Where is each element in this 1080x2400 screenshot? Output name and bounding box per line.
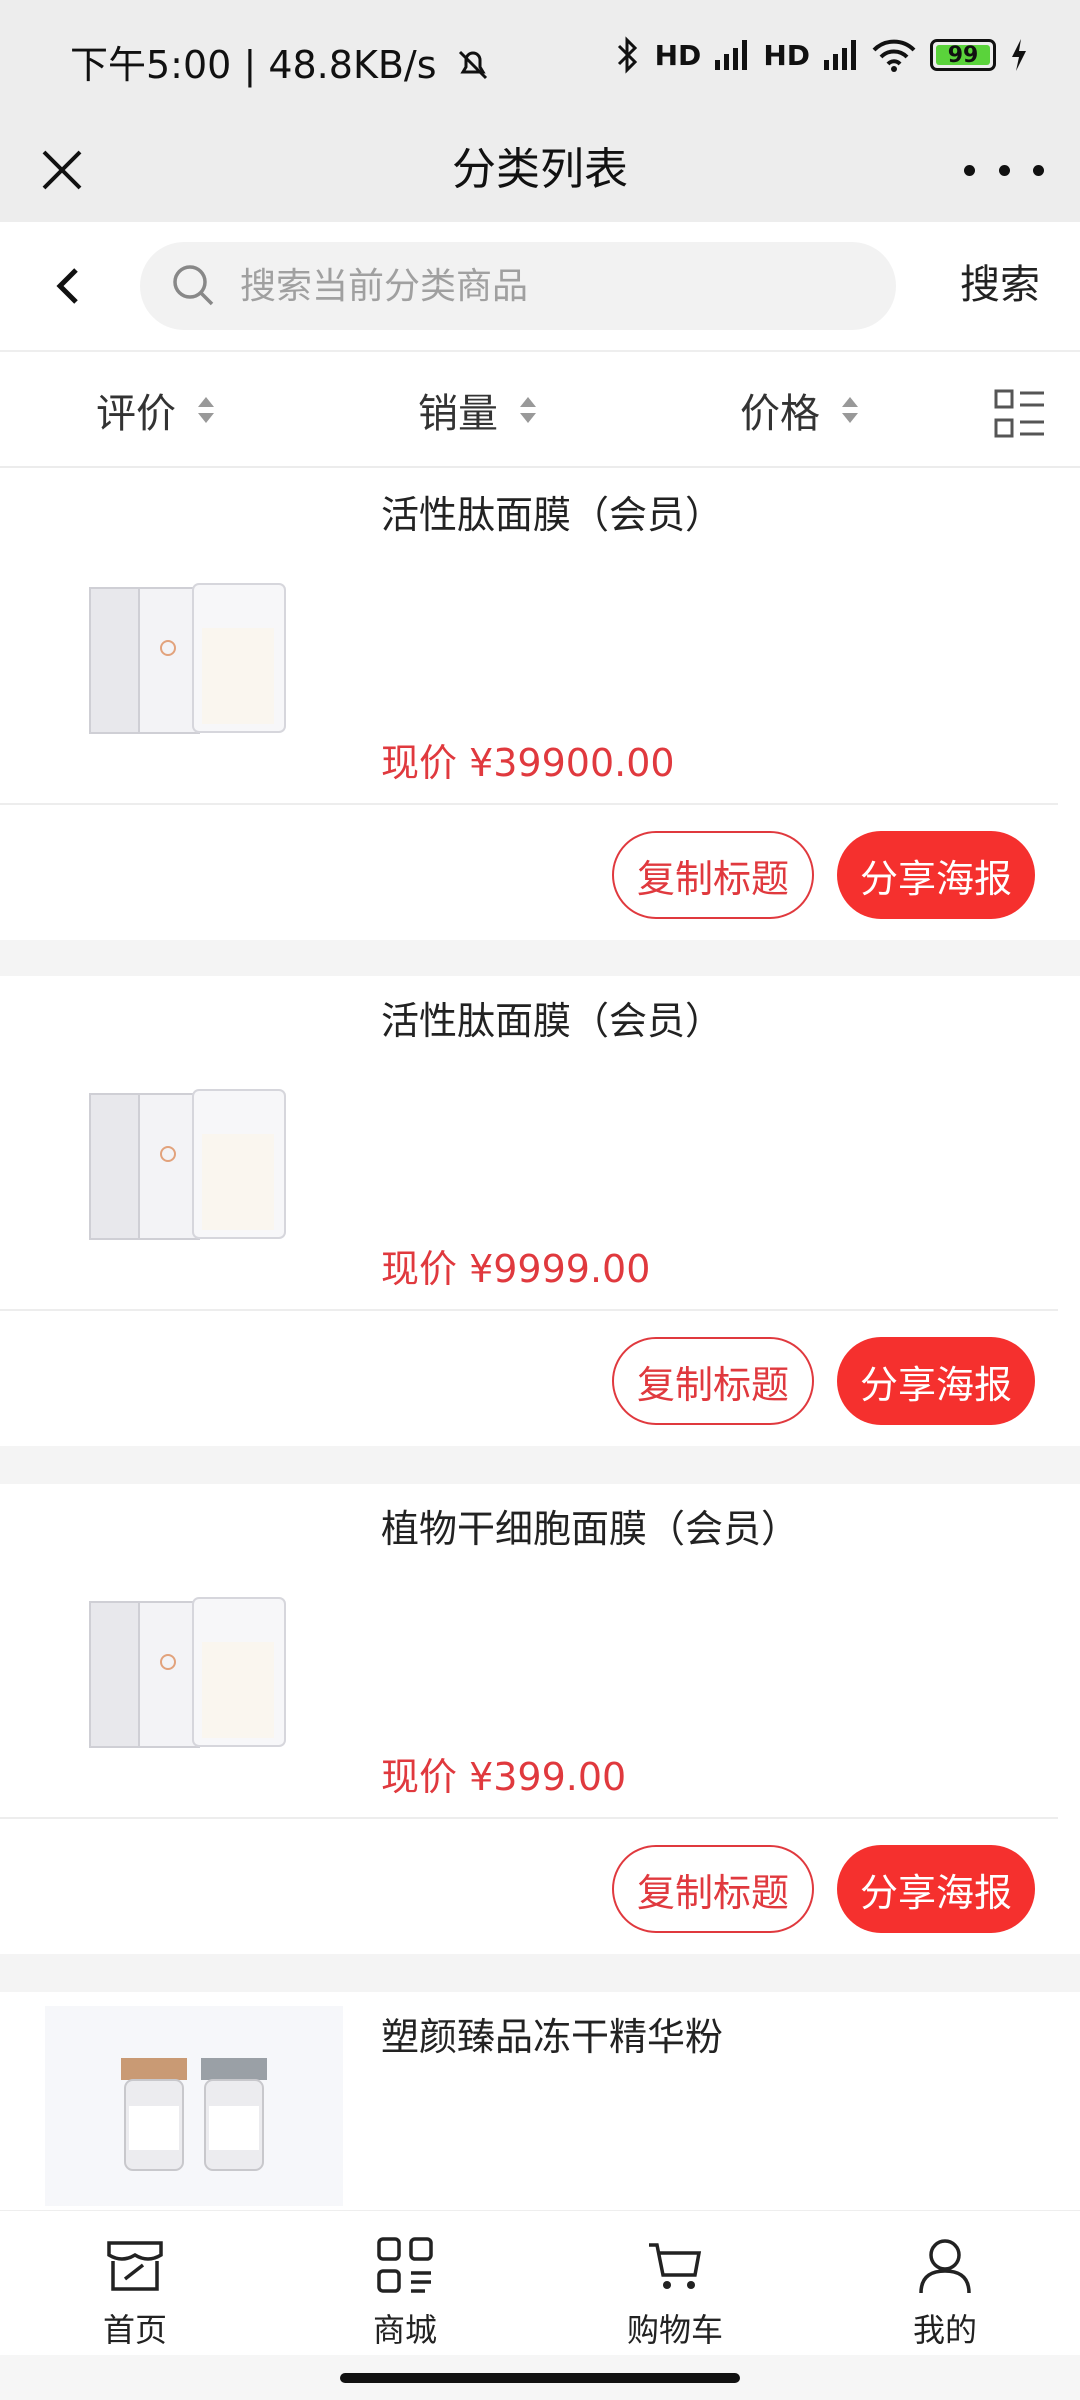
sort-by-sales[interactable]: 销量 (418, 352, 536, 468)
product-card[interactable]: 植物干细胞面膜（会员） 现价 ¥399.00 复制标题 分享海报 (0, 1484, 1080, 1954)
product-image-mask-box[interactable] (45, 488, 345, 788)
sort-by-rating[interactable]: 评价 (96, 352, 214, 468)
home-store-icon (107, 2241, 163, 2291)
signal-hd-1: HD (654, 38, 702, 72)
status-speed: 48.8KB/s (268, 43, 437, 87)
grid-menu-icon (377, 2237, 433, 2293)
product-list: 活性肽面膜（会员） 现价 ¥39900.00 复制标题 分享海报 活性肽面膜（会… (0, 470, 1080, 2210)
cart-icon (649, 2243, 702, 2289)
tab-label: 首页 (102, 2311, 167, 2349)
tab-label: 商城 (372, 2311, 437, 2349)
wifi-icon (872, 39, 916, 72)
status-time-speed: 下午5:00 | 48.8KB/s (70, 34, 491, 89)
product-price: 现价 ¥399.00 (381, 1755, 627, 1799)
product-actions: 复制标题 分享海报 (0, 1819, 1080, 1953)
more-options-button[interactable] (964, 148, 1044, 192)
home-indicator[interactable] (340, 2373, 740, 2383)
close-icon[interactable] (30, 138, 94, 202)
sort-label: 价格 (740, 391, 820, 437)
signal-bars-icon (824, 40, 856, 70)
battery-indicator: 99 (930, 39, 996, 71)
charging-bolt-icon (1012, 39, 1026, 71)
title-bar: 分类列表 (0, 118, 1080, 222)
signal-hd-2: HD (763, 38, 810, 72)
status-time: 下午5:00 (70, 43, 232, 87)
product-card[interactable]: 活性肽面膜（会员） 现价 ¥9999.00 复制标题 分享海报 (0, 976, 1080, 1446)
sort-arrows-icon (520, 397, 536, 423)
search-icon (173, 265, 214, 306)
search-button[interactable]: 搜索 (960, 252, 1040, 310)
sort-arrows-icon (198, 397, 214, 423)
user-icon (919, 2239, 971, 2294)
search-box[interactable] (140, 242, 896, 330)
sort-label: 销量 (418, 391, 498, 437)
product-name[interactable]: 植物干细胞面膜（会员） (381, 1498, 799, 1553)
share-poster-button[interactable]: 分享海报 (837, 1845, 1035, 1933)
dot-icon (964, 164, 975, 176)
status-bar: 下午5:00 | 48.8KB/s HD HD 99 (0, 0, 1080, 118)
product-card[interactable]: 塑颜臻品冻干精华粉 (0, 1992, 1080, 2210)
product-name[interactable]: 活性肽面膜（会员） (381, 990, 723, 1045)
product-card[interactable]: 活性肽面膜（会员） 现价 ¥39900.00 复制标题 分享海报 (0, 470, 1080, 940)
tab-cart[interactable]: 购物车 (575, 2211, 775, 2356)
copy-title-button[interactable]: 复制标题 (612, 831, 814, 919)
sort-by-price[interactable]: 价格 (740, 352, 858, 468)
share-poster-button[interactable]: 分享海报 (837, 1337, 1035, 1425)
search-input[interactable] (240, 242, 860, 330)
tab-home[interactable]: 首页 (35, 2211, 235, 2356)
product-price: 现价 ¥39900.00 (381, 741, 675, 785)
mute-bell-icon (458, 50, 487, 80)
tab-label: 购物车 (626, 2311, 723, 2349)
dot-icon (1033, 164, 1044, 176)
page-title: 分类列表 (452, 144, 628, 195)
product-actions: 复制标题 分享海报 (0, 1311, 1080, 1445)
copy-title-button[interactable]: 复制标题 (612, 1337, 814, 1425)
sort-bar: 评价 销量 价格 (0, 352, 1080, 468)
product-image-mask-box[interactable] (45, 994, 345, 1294)
sort-arrows-icon (842, 397, 858, 423)
product-image-vials[interactable] (45, 2006, 343, 2206)
search-row: 搜索 (0, 222, 1080, 352)
tab-me[interactable]: 我的 (845, 2211, 1045, 2356)
product-actions: 复制标题 分享海报 (0, 805, 1080, 939)
back-arrow-icon[interactable] (40, 256, 100, 316)
product-name[interactable]: 塑颜臻品冻干精华粉 (381, 2006, 723, 2061)
product-image-mask-box[interactable] (45, 1502, 345, 1802)
sort-label: 评价 (96, 391, 176, 437)
bluetooth-icon (617, 36, 637, 74)
copy-title-button[interactable]: 复制标题 (612, 1845, 814, 1933)
product-price: 现价 ¥9999.00 (381, 1247, 651, 1291)
share-poster-button[interactable]: 分享海报 (837, 831, 1035, 919)
tab-label: 我的 (912, 2311, 977, 2349)
dot-icon (998, 164, 1010, 176)
status-icons: HD HD 99 (615, 36, 1028, 74)
list-layout-toggle-icon[interactable] (994, 388, 1046, 440)
tab-mall[interactable]: 商城 (305, 2211, 505, 2356)
bottom-tab-bar: 首页 商城 购物车 我的 (0, 2210, 1080, 2355)
product-name[interactable]: 活性肽面膜（会员） (381, 484, 723, 539)
signal-bars-icon (715, 40, 748, 70)
